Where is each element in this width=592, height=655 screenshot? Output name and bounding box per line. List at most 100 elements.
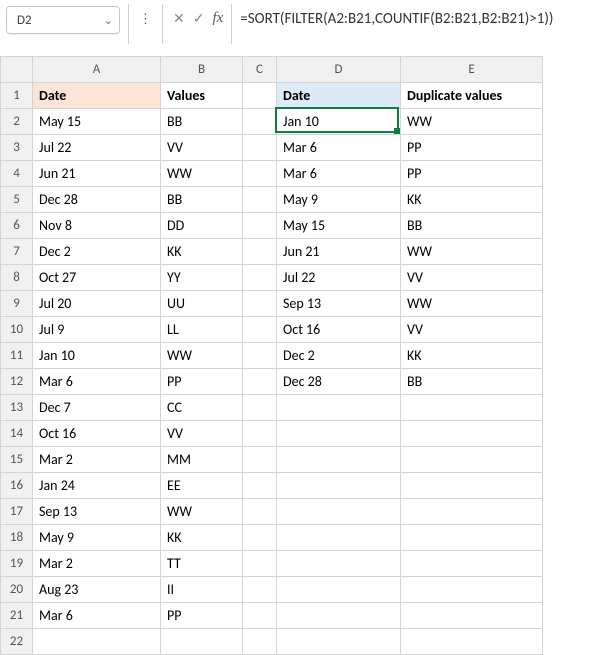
cell-D11[interactable]: Dec 2 — [277, 343, 401, 369]
cell-C10[interactable] — [243, 317, 277, 343]
cell-B22[interactable] — [161, 629, 243, 655]
cell-A4[interactable]: Jun 21 — [33, 161, 161, 187]
cell-B3[interactable]: VV — [161, 135, 243, 161]
spreadsheet-grid[interactable]: ABCDE1DateValuesDateDuplicate values2May… — [0, 56, 592, 655]
formula-bar[interactable]: =SORT(FILTER(A2:B21,COUNTIF(B2:B21,B2:B2… — [240, 4, 586, 48]
cell-B1[interactable]: Values — [161, 83, 243, 109]
cell-C17[interactable] — [243, 499, 277, 525]
row-header-11[interactable]: 11 — [1, 343, 33, 369]
cell-A18[interactable]: May 9 — [33, 525, 161, 551]
cell-A3[interactable]: Jul 22 — [33, 135, 161, 161]
cell-A2[interactable]: May 15 — [33, 109, 161, 135]
cell-D13[interactable] — [277, 395, 401, 421]
row-header-21[interactable]: 21 — [1, 603, 33, 629]
row-header-2[interactable]: 2 — [1, 109, 33, 135]
cell-B6[interactable]: DD — [161, 213, 243, 239]
cell-E4[interactable]: PP — [401, 161, 543, 187]
cell-E8[interactable]: VV — [401, 265, 543, 291]
cell-C5[interactable] — [243, 187, 277, 213]
cell-C15[interactable] — [243, 447, 277, 473]
cell-E7[interactable]: WW — [401, 239, 543, 265]
cell-A21[interactable]: Mar 6 — [33, 603, 161, 629]
cell-D18[interactable] — [277, 525, 401, 551]
column-header-A[interactable]: A — [33, 57, 161, 83]
cell-E3[interactable]: PP — [401, 135, 543, 161]
cell-C9[interactable] — [243, 291, 277, 317]
row-header-4[interactable]: 4 — [1, 161, 33, 187]
cell-E17[interactable] — [401, 499, 543, 525]
cell-A6[interactable]: Nov 8 — [33, 213, 161, 239]
cell-C11[interactable] — [243, 343, 277, 369]
cell-E21[interactable] — [401, 603, 543, 629]
cell-C2[interactable] — [243, 109, 277, 135]
row-header-15[interactable]: 15 — [1, 447, 33, 473]
cell-C6[interactable] — [243, 213, 277, 239]
row-header-16[interactable]: 16 — [1, 473, 33, 499]
column-header-B[interactable]: B — [161, 57, 243, 83]
cell-C13[interactable] — [243, 395, 277, 421]
cell-C20[interactable] — [243, 577, 277, 603]
cell-C18[interactable] — [243, 525, 277, 551]
cell-E20[interactable] — [401, 577, 543, 603]
cell-B8[interactable]: YY — [161, 265, 243, 291]
column-header-E[interactable]: E — [401, 57, 543, 83]
cell-C3[interactable] — [243, 135, 277, 161]
cell-D5[interactable]: May 9 — [277, 187, 401, 213]
cell-E13[interactable] — [401, 395, 543, 421]
cell-B4[interactable]: WW — [161, 161, 243, 187]
row-header-7[interactable]: 7 — [1, 239, 33, 265]
row-header-20[interactable]: 20 — [1, 577, 33, 603]
cell-C4[interactable] — [243, 161, 277, 187]
row-header-18[interactable]: 18 — [1, 525, 33, 551]
cell-A15[interactable]: Mar 2 — [33, 447, 161, 473]
cell-B17[interactable]: WW — [161, 499, 243, 525]
row-header-3[interactable]: 3 — [1, 135, 33, 161]
cell-D3[interactable]: Mar 6 — [277, 135, 401, 161]
cell-D16[interactable] — [277, 473, 401, 499]
row-header-1[interactable]: 1 — [1, 83, 33, 109]
cell-A7[interactable]: Dec 2 — [33, 239, 161, 265]
cell-B11[interactable]: WW — [161, 343, 243, 369]
cell-E11[interactable]: KK — [401, 343, 543, 369]
cell-E2[interactable]: WW — [401, 109, 543, 135]
row-header-12[interactable]: 12 — [1, 369, 33, 395]
row-header-14[interactable]: 14 — [1, 421, 33, 447]
cell-D1[interactable]: Date — [277, 83, 401, 109]
cell-E6[interactable]: BB — [401, 213, 543, 239]
cell-C12[interactable] — [243, 369, 277, 395]
accept-icon[interactable]: ✓ — [193, 10, 205, 27]
cell-B16[interactable]: EE — [161, 473, 243, 499]
row-header-17[interactable]: 17 — [1, 499, 33, 525]
cell-B2[interactable]: BB — [161, 109, 243, 135]
cell-D6[interactable]: May 15 — [277, 213, 401, 239]
cell-B14[interactable]: VV — [161, 421, 243, 447]
cell-B7[interactable]: KK — [161, 239, 243, 265]
cell-B13[interactable]: CC — [161, 395, 243, 421]
cell-E22[interactable] — [401, 629, 543, 655]
cell-D12[interactable]: Dec 28 — [277, 369, 401, 395]
cell-A8[interactable]: Oct 27 — [33, 265, 161, 291]
chevron-down-icon[interactable]: ⌄ — [104, 14, 113, 27]
select-all-corner[interactable] — [1, 57, 33, 83]
column-header-D[interactable]: D — [277, 57, 401, 83]
cell-E15[interactable] — [401, 447, 543, 473]
cell-D8[interactable]: Jul 22 — [277, 265, 401, 291]
cell-B9[interactable]: UU — [161, 291, 243, 317]
cell-B5[interactable]: BB — [161, 187, 243, 213]
cell-D22[interactable] — [277, 629, 401, 655]
row-header-6[interactable]: 6 — [1, 213, 33, 239]
cell-D15[interactable] — [277, 447, 401, 473]
cell-D20[interactable] — [277, 577, 401, 603]
cell-B18[interactable]: KK — [161, 525, 243, 551]
cell-D10[interactable]: Oct 16 — [277, 317, 401, 343]
cell-C21[interactable] — [243, 603, 277, 629]
cell-B10[interactable]: LL — [161, 317, 243, 343]
cell-D9[interactable]: Sep 13 — [277, 291, 401, 317]
cell-B21[interactable]: PP — [161, 603, 243, 629]
cell-D7[interactable]: Jun 21 — [277, 239, 401, 265]
row-header-5[interactable]: 5 — [1, 187, 33, 213]
cell-A17[interactable]: Sep 13 — [33, 499, 161, 525]
cell-B12[interactable]: PP — [161, 369, 243, 395]
cell-A9[interactable]: Jul 20 — [33, 291, 161, 317]
cell-A20[interactable]: Aug 23 — [33, 577, 161, 603]
